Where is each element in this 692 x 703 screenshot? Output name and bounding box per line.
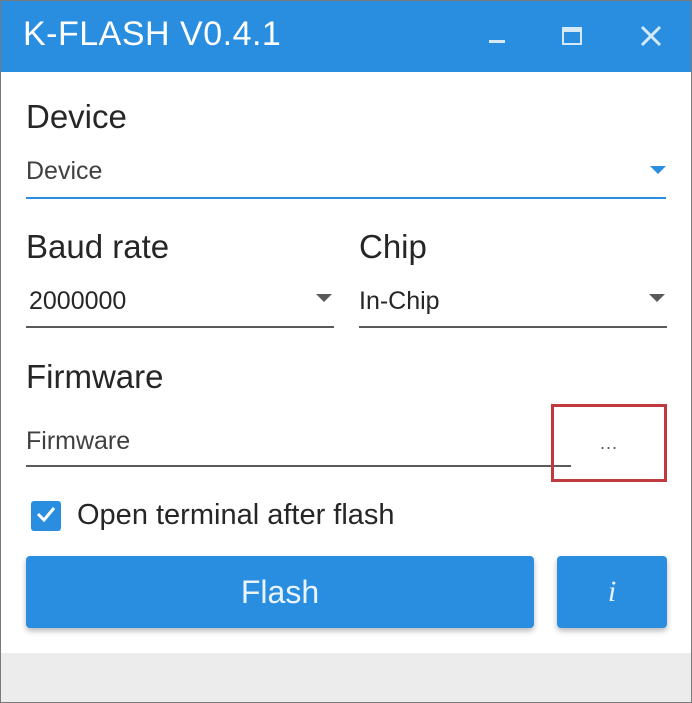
- open-terminal-checkbox[interactable]: [31, 501, 61, 531]
- maximize-button[interactable]: [552, 19, 592, 57]
- firmware-underline: [26, 465, 571, 467]
- device-select[interactable]: Device: [26, 151, 666, 201]
- baud-rate-label: Baud rate: [26, 228, 170, 265]
- open-terminal-label: Open terminal after flash: [77, 499, 395, 531]
- firmware-label: Firmware: [26, 358, 164, 395]
- info-button[interactable]: i: [557, 556, 667, 628]
- baud-rate-select[interactable]: 2000000: [26, 281, 334, 329]
- chip-label: Chip: [359, 228, 427, 265]
- close-button[interactable]: [631, 19, 671, 57]
- close-icon: [639, 24, 663, 53]
- title-bar: K-FLASH V0.4.1: [1, 1, 691, 72]
- baud-rate-value: 2000000: [29, 287, 127, 315]
- status-bar: [1, 653, 691, 702]
- chip-select[interactable]: In-Chip: [359, 281, 667, 329]
- minimize-button[interactable]: [477, 19, 517, 57]
- checkmark-icon: [35, 503, 57, 530]
- minimize-icon: [486, 25, 508, 52]
- window-title: K-FLASH V0.4.1: [23, 15, 282, 53]
- triangle-down-icon: [316, 294, 332, 302]
- triangle-down-icon: [650, 166, 666, 174]
- firmware-input[interactable]: Firmware: [26, 421, 566, 467]
- maximize-icon: [560, 25, 584, 52]
- device-label: Device: [26, 98, 127, 135]
- device-placeholder: Device: [26, 157, 103, 185]
- triangle-down-icon: [649, 294, 665, 302]
- firmware-placeholder: Firmware: [26, 427, 131, 455]
- chip-value: In-Chip: [359, 287, 440, 315]
- kflash-window: K-FLASH V0.4.1 Device Device Baud rate 2…: [0, 0, 692, 703]
- browse-highlight-box: [551, 404, 667, 482]
- device-underline: [26, 197, 666, 199]
- chip-underline: [359, 326, 667, 328]
- flash-button[interactable]: Flash: [26, 556, 534, 628]
- baud-rate-underline: [26, 326, 334, 328]
